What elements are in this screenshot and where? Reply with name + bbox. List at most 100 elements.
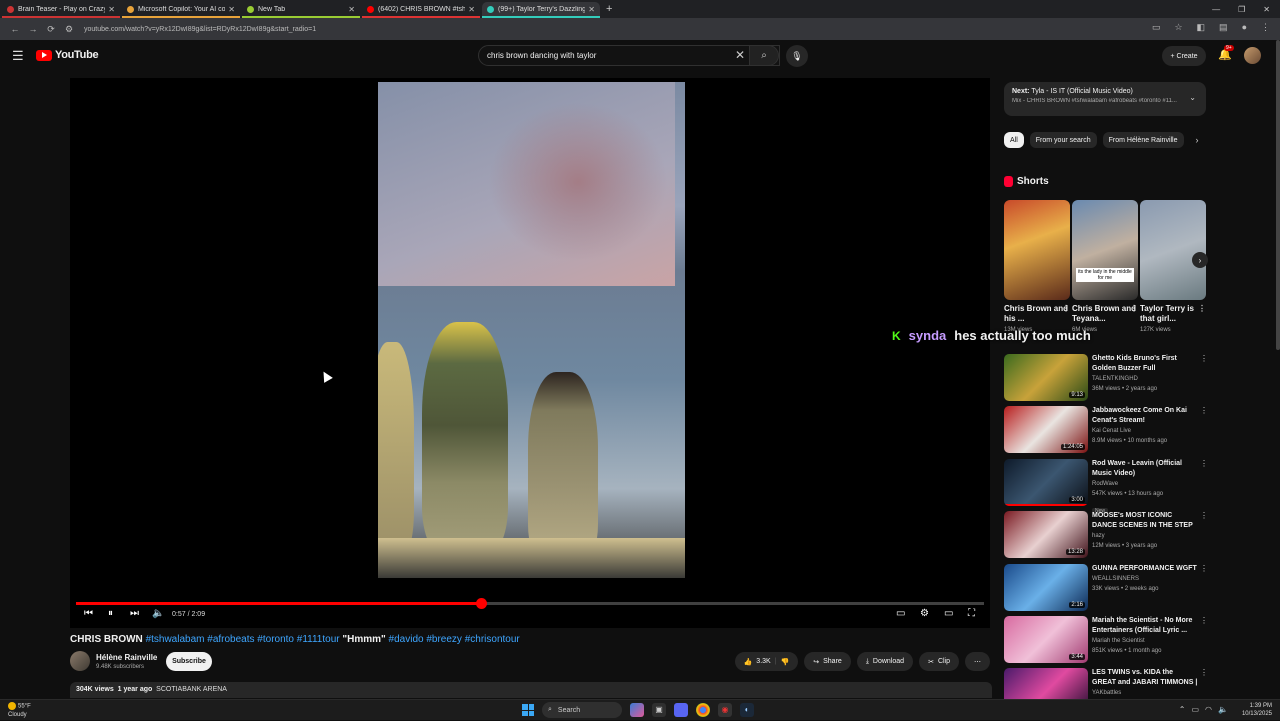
speaker-icon[interactable]: 🔈 <box>1218 705 1228 714</box>
video-channel[interactable]: WEALLSINNERS <box>1092 574 1198 584</box>
fullscreen-icon[interactable]: ⛶ <box>968 608 975 619</box>
video-channel[interactable]: YAKbattles <box>1092 688 1198 698</box>
windows-start-icon[interactable] <box>522 704 534 716</box>
side-panel-icon[interactable]: ▤ <box>1219 22 1228 33</box>
video-channel[interactable]: RodWave <box>1092 479 1198 489</box>
notifications-button[interactable]: 🔔 9+ <box>1218 45 1234 61</box>
reload-icon[interactable]: ⟳ <box>42 24 60 35</box>
list-item[interactable]: 3:44 Mariah the Scientist - No More Enter… <box>1004 615 1208 668</box>
task-view-icon[interactable]: ▣ <box>652 703 666 717</box>
video-title[interactable]: Rod Wave - Leavin (Official Music Video) <box>1092 459 1198 479</box>
more-icon[interactable]: ⋮ <box>1200 564 1208 573</box>
steam-icon[interactable]: ◐ <box>740 703 754 717</box>
cast-icon[interactable]: ▭ <box>1152 22 1161 33</box>
more-icon[interactable]: ⋮ <box>1200 616 1208 625</box>
profile-icon[interactable]: ● <box>1242 22 1247 33</box>
browser-tab-active[interactable]: (99+) Taylor Terry's Dazzling Da...✕ <box>482 2 600 18</box>
tab-close-icon[interactable]: ✕ <box>348 5 355 14</box>
chevron-right-icon[interactable]: › <box>1196 135 1199 145</box>
url-text[interactable]: youtube.com/watch?v=yRx12DwI89g&list=RDy… <box>84 26 316 33</box>
description-box[interactable]: 304K views 1 year ago SCOTIABANK ARENA <box>70 682 992 698</box>
thumbs-down-icon[interactable]: 👎 <box>781 658 790 666</box>
tab-close-icon[interactable]: ✕ <box>588 5 595 14</box>
title-hashtags-2[interactable]: #davido #breezy #chrisontour <box>389 634 520 645</box>
shorts-next-arrow-icon[interactable]: › <box>1192 252 1208 268</box>
more-icon[interactable]: ⋮ <box>1130 304 1138 314</box>
minimize-icon[interactable]: — <box>1212 5 1220 14</box>
list-item[interactable]: 2:16 GUNNA PERFORMANCE WGFT WEALLSINNERS 33… <box>1004 563 1208 616</box>
previous-icon[interactable]: ⏮ <box>84 608 93 619</box>
video-title[interactable]: GUNNA PERFORMANCE WGFT <box>1092 564 1198 574</box>
chip-all[interactable]: All <box>1004 132 1024 148</box>
next-icon[interactable]: ⏭ <box>130 608 139 619</box>
app-icon[interactable]: ◉ <box>718 703 732 717</box>
network-icon[interactable]: ▭ <box>1191 705 1199 714</box>
list-item[interactable]: 13:28 MOOSE's MOST ICONIC DANCE SCENES IN… <box>1004 511 1208 563</box>
video-channel[interactable]: Kai Cenat Live <box>1092 426 1198 436</box>
clip-button[interactable]: ✂ Clip <box>919 652 959 671</box>
chip-from-channel[interactable]: From Hélène Rainville <box>1102 132 1184 148</box>
progress-bar[interactable] <box>76 598 984 609</box>
tab-close-icon[interactable]: ✕ <box>228 5 235 14</box>
subscribe-button[interactable]: Subscribe <box>166 652 212 671</box>
more-icon[interactable]: ⋮ <box>1200 459 1208 468</box>
settings-gear-icon[interactable]: ⚙ <box>920 608 929 619</box>
theater-mode-icon[interactable]: ▭ <box>944 608 953 619</box>
volume-icon[interactable]: 🔈 <box>152 608 164 619</box>
browser-tab[interactable]: (6402) CHRIS BROWN #tshw...✕ <box>362 2 480 18</box>
search-input[interactable]: chris brown dancing with taylor ✕ ⌕ <box>478 45 780 66</box>
video-channel[interactable]: hazy <box>1092 531 1198 541</box>
like-dislike-button[interactable]: 👍 3.3K | 👎 <box>734 652 799 671</box>
chrome-icon[interactable] <box>696 703 710 717</box>
list-item[interactable]: 3:00 Rod Wave - Leavin (Official Music Vi… <box>1004 458 1208 514</box>
video-thumbnail[interactable]: 9:13 <box>1004 354 1088 401</box>
video-player[interactable]: ⏮ ⏸ ⏭ 🔈 0:57 / 2:09 ▭ ⚙ ▭ ⛶ <box>70 78 990 628</box>
video-title[interactable]: MOOSE's MOST ICONIC DANCE SCENES IN THE … <box>1092 511 1198 531</box>
video-thumbnail[interactable]: 2:16 <box>1004 563 1088 611</box>
video-thumbnail[interactable]: 3:00 <box>1004 458 1088 506</box>
list-item[interactable]: 1:24:05 Jabbawockeez Come On Kai Cenat's … <box>1004 406 1208 458</box>
wifi-icon[interactable]: ◠ <box>1205 705 1212 714</box>
page-scrollbar[interactable] <box>1276 40 1280 350</box>
video-title[interactable]: Jabbawockeez Come On Kai Cenat's Stream! <box>1092 406 1198 426</box>
chevron-up-icon[interactable]: ⌃ <box>1179 705 1186 714</box>
channel-name[interactable]: Hélène Rainville <box>96 653 157 662</box>
discord-icon[interactable] <box>674 703 688 717</box>
weather-widget[interactable]: 55°F Cloudy <box>8 702 31 719</box>
short-info[interactable]: Taylor Terry is that girl... 127K views ⋮ <box>1140 304 1206 335</box>
video-thumbnail[interactable]: 13:28 <box>1004 511 1088 559</box>
new-tab-icon[interactable]: + <box>606 3 612 15</box>
thumbs-up-icon[interactable]: 👍 <box>744 658 753 666</box>
channel-avatar[interactable] <box>70 651 90 671</box>
more-icon[interactable]: ⋮ <box>1062 304 1070 314</box>
video-thumbnail[interactable]: 1:24:05 <box>1004 406 1088 454</box>
hamburger-menu-icon[interactable]: ☰ <box>12 48 24 64</box>
more-icon[interactable]: ⋮ <box>1200 354 1208 363</box>
back-icon[interactable]: ← <box>6 24 24 34</box>
tab-close-icon[interactable]: ✕ <box>468 5 475 14</box>
bookmark-star-icon[interactable]: ☆ <box>1174 22 1182 33</box>
up-next-box[interactable]: Next: Tyla - IS IT (Official Music Video… <box>1004 82 1206 116</box>
video-thumbnail[interactable]: 3:44 <box>1004 615 1088 663</box>
extensions-icon[interactable]: ◧ <box>1197 22 1206 33</box>
list-item[interactable]: 9:13 Ghetto Kids Bruno's First Golden Buz… <box>1004 354 1208 406</box>
captions-icon[interactable]: ▭ <box>896 608 905 619</box>
browser-tab[interactable]: New Tab ✕ <box>242 2 360 18</box>
more-icon[interactable]: ⋮ <box>1200 511 1208 520</box>
more-actions-button[interactable]: ⋯ <box>965 652 990 671</box>
voice-search-button[interactable]: 🎙 <box>786 45 808 67</box>
video-title[interactable]: Mariah the Scientist - No More Entertain… <box>1092 616 1198 636</box>
maximize-icon[interactable]: ❐ <box>1238 5 1245 14</box>
video-channel[interactable]: Mariah the Scientist <box>1092 636 1198 646</box>
site-info-icon[interactable]: ⚙ <box>60 24 78 35</box>
create-button[interactable]: + Create <box>1162 46 1206 66</box>
close-window-icon[interactable]: ✕ <box>1263 5 1270 14</box>
clear-search-icon[interactable]: ✕ <box>735 48 745 62</box>
short-thumbnail[interactable] <box>1140 200 1206 300</box>
video-channel[interactable]: TALENTKINGHD <box>1092 374 1198 384</box>
search-button[interactable]: ⌕ <box>749 45 779 66</box>
video-title[interactable]: Ghetto Kids Bruno's First Golden Buzzer … <box>1092 354 1198 374</box>
youtube-logo[interactable]: YouTube <box>36 49 99 61</box>
account-avatar[interactable] <box>1244 47 1261 64</box>
chevron-down-icon[interactable]: ⌄ <box>1189 93 1196 102</box>
